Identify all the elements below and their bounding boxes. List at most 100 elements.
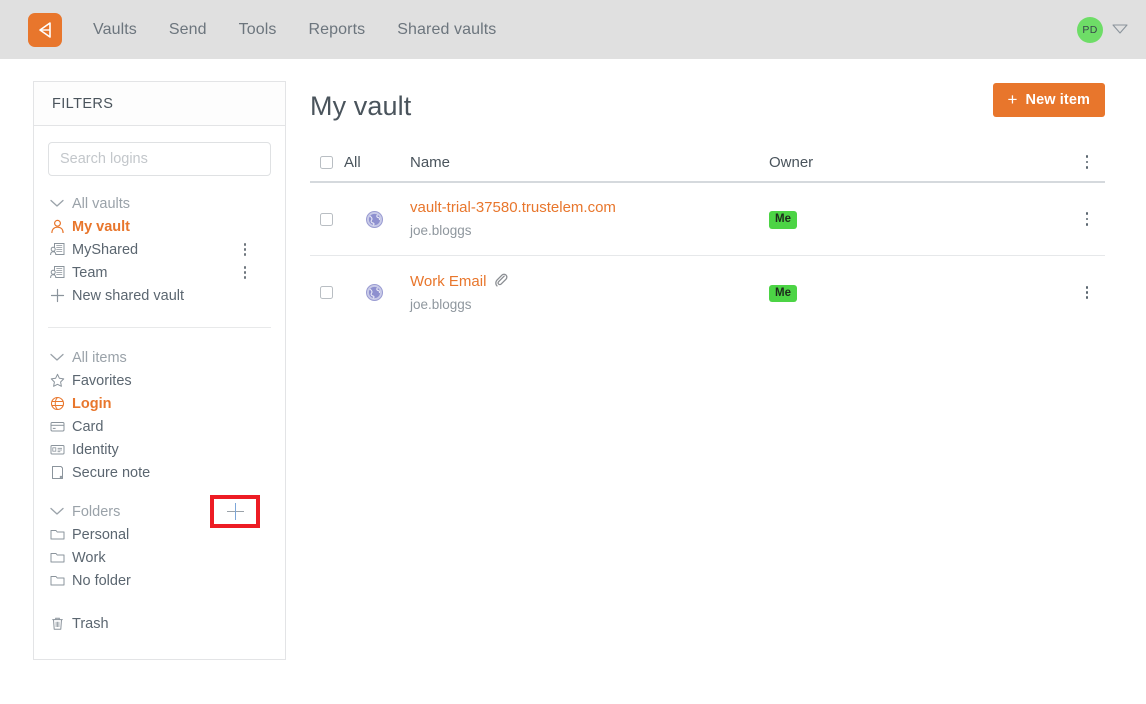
globe-favicon-icon xyxy=(344,210,410,229)
page-body: FILTERS All vaults xyxy=(0,59,1146,660)
row-menu-icon[interactable] xyxy=(1083,209,1092,228)
plus-icon xyxy=(226,503,244,520)
nav-item-send[interactable]: Send xyxy=(169,15,207,45)
note-icon xyxy=(50,465,72,480)
nav-item-shared-vaults[interactable]: Shared vaults xyxy=(397,15,496,45)
identity-icon xyxy=(50,442,72,457)
sidebar-header: FILTERS xyxy=(34,82,285,126)
paperclip-icon xyxy=(493,272,508,293)
folders-group-header[interactable]: Folders xyxy=(48,495,271,528)
main-header: My vault + New item xyxy=(310,83,1105,120)
column-header-owner[interactable]: Owner xyxy=(769,154,1069,171)
sidebar-item-label: My vault xyxy=(72,218,131,235)
new-item-button[interactable]: + New item xyxy=(992,83,1105,117)
table-menu-icon[interactable] xyxy=(1083,152,1092,171)
folders-group: Folders Personal Work No folder xyxy=(48,495,271,592)
table-row[interactable]: vault-trial-37580.trustelem.com joe.blog… xyxy=(310,183,1105,256)
page-title: My vault xyxy=(310,91,412,121)
column-header-name[interactable]: Name xyxy=(410,154,769,171)
items-group-label: All items xyxy=(72,349,127,366)
sidebar-title: FILTERS xyxy=(52,95,114,112)
sidebar-item-work[interactable]: Work xyxy=(48,546,271,569)
filters-sidebar: FILTERS All vaults xyxy=(33,81,286,660)
sidebar-item-menu-icon[interactable] xyxy=(241,239,250,260)
chevron-down-icon xyxy=(50,507,72,516)
sidebar-item-login[interactable]: Login xyxy=(48,392,271,415)
vaults-group-header[interactable]: All vaults xyxy=(48,192,271,215)
row-owner-cell: Me xyxy=(769,209,1069,229)
sidebar-item-label: Identity xyxy=(72,441,119,458)
items-table: All Name Owner vault-trial-37580.trustel… xyxy=(310,149,1105,329)
row-checkbox-cell xyxy=(310,286,344,299)
column-header-all: All xyxy=(344,153,361,171)
select-all-checkbox-cell xyxy=(310,155,344,169)
shared-vault-icon xyxy=(50,242,72,257)
row-name-cell: vault-trial-37580.trustelem.com joe.blog… xyxy=(410,199,769,239)
main-nav: Vaults Send Tools Reports Shared vaults xyxy=(93,15,528,45)
owner-badge: Me xyxy=(769,284,797,303)
row-name-cell: Work Email joe.bloggs xyxy=(410,272,769,314)
row-checkbox[interactable] xyxy=(320,212,333,226)
folder-icon xyxy=(50,573,72,588)
sidebar-item-secure-note[interactable]: Secure note xyxy=(48,461,271,484)
nav-item-reports[interactable]: Reports xyxy=(309,15,366,45)
sidebar-item-team[interactable]: Team xyxy=(48,261,271,284)
sidebar-item-favorites[interactable]: Favorites xyxy=(48,369,271,392)
table-options-cell xyxy=(1069,152,1105,171)
row-menu-icon[interactable] xyxy=(1083,283,1092,302)
row-title-link[interactable]: vault-trial-37580.trustelem.com xyxy=(410,199,769,218)
globe-favicon-icon xyxy=(344,283,410,302)
table-row[interactable]: Work Email joe.bloggs Me xyxy=(310,256,1105,329)
plus-icon xyxy=(50,288,72,303)
sidebar-item-label: MyShared xyxy=(72,241,139,258)
sidebar-item-label: Personal xyxy=(72,526,130,543)
login-globe-icon xyxy=(50,396,72,411)
items-group: All items Favorites Login Card Identity … xyxy=(48,327,271,484)
nav-item-tools[interactable]: Tools xyxy=(239,15,277,45)
sidebar-item-card[interactable]: Card xyxy=(48,415,271,438)
row-checkbox-cell xyxy=(310,212,344,226)
nav-item-vaults[interactable]: Vaults xyxy=(93,15,137,45)
row-options-cell xyxy=(1069,209,1105,228)
top-navigation-bar: Vaults Send Tools Reports Shared vaults … xyxy=(0,0,1146,59)
app-logo-icon[interactable] xyxy=(28,12,62,47)
sidebar-item-label: Secure note xyxy=(72,464,151,481)
sidebar-item-new-shared-vault[interactable]: New shared vault xyxy=(48,284,271,307)
main-content: My vault + New item All Name Owner vault… xyxy=(310,81,1105,329)
sidebar-item-label: New shared vault xyxy=(72,287,185,304)
sidebar-item-trash[interactable]: Trash xyxy=(48,612,271,635)
sidebar-body: All vaults My vault xyxy=(34,126,285,659)
row-username: joe.bloggs xyxy=(410,222,472,238)
sidebar-item-menu-icon[interactable] xyxy=(241,262,250,283)
row-title-text: Work Email xyxy=(410,272,487,290)
person-icon xyxy=(50,219,72,234)
account-area: PD xyxy=(1077,16,1128,43)
sidebar-item-label: Trash xyxy=(72,615,109,632)
row-options-cell xyxy=(1069,283,1105,302)
sidebar-item-myshared[interactable]: MyShared xyxy=(48,238,271,261)
folder-icon xyxy=(50,527,72,542)
avatar[interactable]: PD xyxy=(1077,16,1103,43)
sidebar-item-label: Favorites xyxy=(72,372,132,389)
row-title-text: vault-trial-37580.trustelem.com xyxy=(410,199,616,217)
sidebar-item-label: Card xyxy=(72,418,104,435)
folder-icon xyxy=(50,550,72,565)
row-checkbox[interactable] xyxy=(320,286,333,299)
star-icon xyxy=(50,373,72,388)
row-title-link[interactable]: Work Email xyxy=(410,272,769,293)
owner-badge: Me xyxy=(769,211,797,229)
vaults-group-label: All vaults xyxy=(72,195,131,212)
chevron-down-icon[interactable] xyxy=(1112,21,1128,39)
search-input[interactable] xyxy=(48,142,271,176)
select-all-checkbox[interactable] xyxy=(320,155,333,169)
shared-vault-icon xyxy=(50,265,72,280)
sidebar-item-personal[interactable]: Personal xyxy=(48,523,271,546)
sidebar-item-no-folder[interactable]: No folder xyxy=(48,569,271,592)
row-owner-cell: Me xyxy=(769,283,1069,303)
sidebar-item-identity[interactable]: Identity xyxy=(48,438,271,461)
sidebar-item-my-vault[interactable]: My vault xyxy=(48,215,271,238)
items-group-header[interactable]: All items xyxy=(48,346,271,369)
row-username: joe.bloggs xyxy=(410,297,472,313)
new-item-button-label: New item xyxy=(1025,92,1090,108)
